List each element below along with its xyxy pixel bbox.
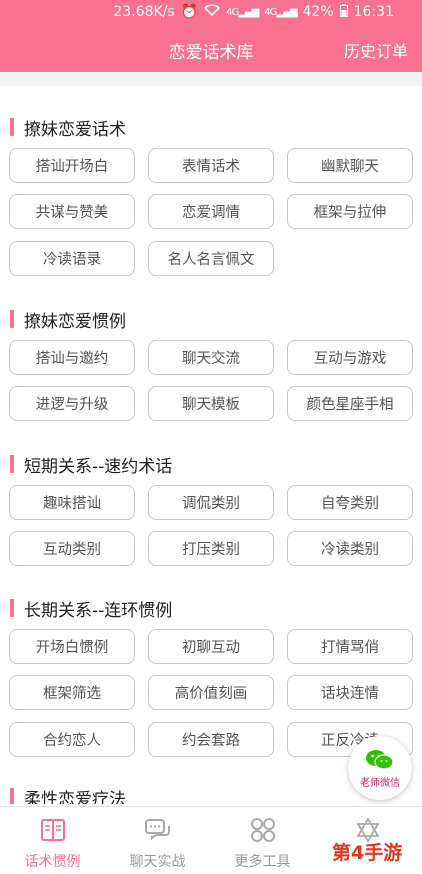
teacher-wechat-button[interactable]: 老师微信 [348,736,412,800]
section-title: 长期关系--连环惯例 [10,597,172,621]
tag-button[interactable]: 约会套路 [148,722,274,757]
category-list[interactable]: 撩妹恋爱话术 搭讪开场白 表情话术 幽默聊天 共谋与赞美 恋爱调情 框架与拉伸 … [0,86,422,804]
tag-button[interactable]: 打压类别 [148,531,274,566]
tag-button[interactable]: 聊天交流 [148,340,274,375]
battery-level: 42% [302,4,334,20]
signal-icon-2: 4G▂▄▆ [264,6,297,18]
section-title: 短期关系--速约术话 [10,453,172,477]
tag-button[interactable]: 颜色星座手相 [287,386,413,421]
header-divider [0,72,422,86]
section-title: 柔性恋爱疗法 [10,786,126,804]
chat-icon [144,817,172,847]
tag-button[interactable]: 合约恋人 [9,722,135,757]
tag-button[interactable]: 表情话术 [148,148,274,183]
network-speed: 23.68K/s [113,4,175,20]
section-title: 撩妹恋爱惯例 [10,308,126,332]
tag-button[interactable]: 互动与游戏 [287,340,413,375]
tag-button[interactable]: 冷读语录 [9,241,135,276]
tag-button[interactable]: 趣味搭讪 [9,485,135,520]
tag-button[interactable]: 恋爱调情 [148,194,274,229]
alarm-icon: ⏰ [180,4,199,20]
tab-more-tools[interactable]: 更多工具 [210,807,315,874]
tag-button[interactable]: 调侃类别 [148,485,274,520]
app-header: 23.68K/s ⏰ 4G▂▄▆ 4G▂▄▆ 42% 16:31 恋爱话术库 历… [0,0,422,72]
grid-icon [249,817,277,847]
section-title: 撩妹恋爱话术 [10,116,126,140]
tag-button[interactable]: 自夸类别 [287,485,413,520]
wifi-icon [203,4,221,20]
tag-button[interactable]: 冷读类别 [287,531,413,566]
tag-button[interactable]: 高价值刻画 [148,675,274,710]
tag-button[interactable]: 共谋与赞美 [9,194,135,229]
tab-label: 话术惯例 [24,854,81,870]
book-icon [39,817,67,847]
signal-icon-1: 4G▂▄▆ [226,6,259,18]
tag-button[interactable]: 初聊互动 [148,629,274,664]
fab-label: 老师微信 [360,777,400,789]
tag-button[interactable]: 框架与拉伸 [287,194,413,229]
nav-bar: 恋爱话术库 历史订单 [0,30,422,70]
tag-button[interactable]: 互动类别 [9,531,135,566]
tag-button[interactable]: 打情骂俏 [287,629,413,664]
tag-button[interactable]: 聊天模板 [148,386,274,421]
tab-label: 更多工具 [234,854,291,870]
tab-label: 聊天实战 [129,854,186,870]
tag-button[interactable]: 开场白惯例 [9,629,135,664]
tag-button[interactable]: 幽默聊天 [287,148,413,183]
tag-button[interactable]: 话块连情 [287,675,413,710]
tab-scripts[interactable]: 话术惯例 [0,807,105,874]
status-bar: 23.68K/s ⏰ 4G▂▄▆ 4G▂▄▆ 42% 16:31 [0,0,422,24]
tag-button[interactable]: 名人名言佩文 [148,241,274,276]
tag-button[interactable]: 搭讪开场白 [9,148,135,183]
tab-chat-practice[interactable]: 聊天实战 [105,807,210,874]
battery-icon [339,3,348,21]
tag-button[interactable]: 搭讪与邀约 [9,340,135,375]
watermark-logo: 第4手游 [332,842,403,864]
tag-button[interactable]: 进逻与升级 [9,386,135,421]
wechat-icon [365,748,395,772]
history-orders-button[interactable]: 历史订单 [344,38,408,62]
tag-button[interactable]: 框架筛选 [9,675,135,710]
clock: 16:31 [353,4,394,20]
